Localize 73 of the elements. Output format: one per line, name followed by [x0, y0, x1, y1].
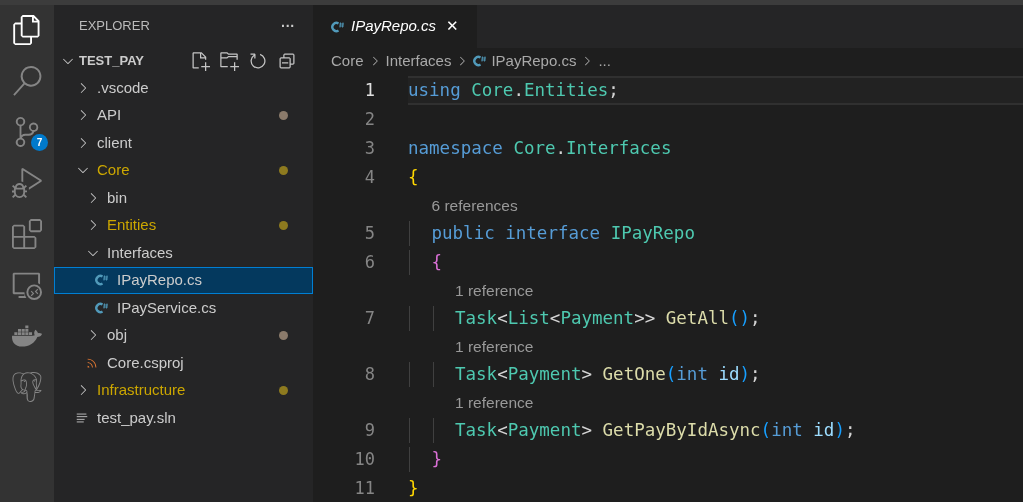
editor-tab[interactable]: IPayRepo.cs ✕ [313, 5, 478, 48]
search-icon[interactable] [12, 66, 42, 96]
codelens-text[interactable]: 1 reference [455, 334, 534, 359]
breadcrumb-item[interactable]: Interfaces [385, 49, 452, 73]
code-line: { [408, 248, 1023, 277]
tree-item[interactable]: Infrastructure [54, 376, 313, 404]
folder-name: Interfaces [107, 242, 173, 263]
line-number: 5 [363, 221, 375, 245]
tree-item[interactable]: Interfaces [54, 239, 313, 267]
tab-title: IPayRepo.cs [351, 16, 437, 37]
codelens-text[interactable]: 6 references [431, 193, 518, 218]
extensions-icon[interactable] [12, 219, 42, 249]
folder-name: bin [107, 187, 128, 208]
line-number: 11 [353, 476, 375, 500]
line-number: 2 [363, 107, 375, 131]
tree-item[interactable]: Core [54, 156, 313, 184]
file-name: test_pay.sln [97, 407, 176, 428]
line-number: 6 [363, 250, 375, 274]
file-name: IPayRepo.cs [117, 270, 203, 290]
folder-name: Core [97, 160, 130, 180]
run-debug-icon[interactable] [12, 168, 42, 198]
file-name: Core.csproj [107, 352, 184, 373]
line-number: 7 [363, 306, 375, 330]
code-line: { [408, 166, 420, 190]
code-line: Task<List<Payment>> GetAll(); [408, 304, 1023, 333]
tree-item[interactable]: API [54, 101, 313, 129]
count-badge: 7 [31, 134, 48, 151]
workspace-name[interactable]: TEST_PAY [79, 50, 145, 71]
tree-item[interactable]: Entities [54, 211, 313, 239]
elephant-icon[interactable] [12, 372, 42, 402]
folder-name: Entities [107, 215, 157, 235]
folder-name: Infrastructure [97, 380, 186, 400]
more-actions[interactable]: ··· [281, 15, 295, 37]
breadcrumb-item[interactable]: IPayRepo.cs [491, 49, 577, 73]
code-line: public interface IPayRepo [408, 219, 1023, 248]
line-number: 1 [363, 78, 375, 102]
tree-item[interactable]: IPayService.cs [54, 294, 313, 322]
code-line: } [408, 445, 1023, 474]
line-number: 10 [353, 447, 375, 471]
panel-title: EXPLORER [79, 17, 150, 36]
line-number: 8 [363, 362, 375, 386]
csharp-icon [473, 55, 488, 67]
code-line: Task<Payment> GetPayByIdAsync(int id); [408, 416, 1023, 445]
code-line: } [408, 477, 420, 501]
tree-item[interactable]: bin [54, 184, 313, 212]
tree-item[interactable]: test_pay.sln [54, 404, 313, 432]
code-line: namespace Core.Interfaces [408, 137, 673, 161]
folder-name: .vscode [97, 77, 149, 98]
codelens-text[interactable]: 1 reference [455, 278, 534, 303]
close-button[interactable]: ✕ [446, 15, 460, 38]
csharp-icon [95, 274, 109, 287]
tree-item[interactable]: .vscode [54, 74, 313, 102]
tree-item[interactable]: IPayRepo.cs [54, 266, 313, 294]
csharp-icon [331, 20, 345, 33]
line-number: 3 [363, 136, 375, 160]
folder-name: client [97, 132, 133, 153]
files-icon[interactable] [12, 15, 42, 45]
code-line: Task<Payment> GetOne(int id); [408, 360, 1023, 389]
folder-name: API [97, 105, 122, 125]
tree-item[interactable]: client [54, 129, 313, 157]
breadcrumb-item[interactable]: ... [598, 49, 611, 73]
breadcrumb-item[interactable]: Core [331, 49, 364, 73]
folder-name: obj [107, 325, 128, 345]
remote-explorer-icon[interactable] [12, 270, 42, 300]
new-folder-icon[interactable] [219, 50, 239, 71]
line-number: 9 [363, 418, 375, 442]
tree-item[interactable]: Core.csproj [54, 349, 313, 377]
line-number: 4 [363, 165, 375, 189]
csharp-icon [95, 301, 109, 314]
new-file-icon[interactable] [190, 50, 210, 71]
codelens-text[interactable]: 1 reference [455, 390, 534, 415]
file-name: IPayService.cs [117, 297, 217, 318]
tree-item[interactable]: obj [54, 321, 313, 349]
